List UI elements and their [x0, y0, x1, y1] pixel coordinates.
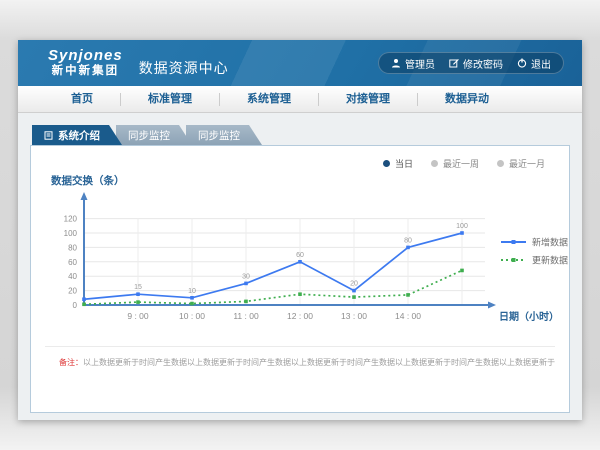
edit-icon: [449, 58, 459, 68]
logout-label: 退出: [531, 56, 551, 71]
legend-label-0: 新增数据: [532, 237, 568, 248]
y-axis-arrow: [81, 192, 88, 200]
logout-button[interactable]: 退出: [517, 56, 551, 71]
y-axis-title: 数据交换（条）: [50, 174, 125, 187]
change-password-button[interactable]: 修改密码: [449, 56, 503, 71]
y-tick-label: 20: [68, 287, 77, 296]
nav-item-data-change[interactable]: 数据异动: [417, 93, 516, 106]
user-icon: [391, 58, 401, 68]
brand-logo-en: Synjones: [48, 48, 123, 65]
legend-marker-1: [512, 258, 516, 262]
y-tick-label: 100: [64, 229, 78, 238]
nav-item-standard-mgmt[interactable]: 标准管理: [120, 93, 219, 106]
y-tick-label: 60: [68, 258, 77, 267]
data-point: [244, 300, 248, 304]
nav-item-system-mgmt[interactable]: 系统管理: [219, 93, 318, 106]
legend-marker-0: [512, 240, 516, 244]
x-tick-label: 11 : 00: [233, 311, 259, 321]
filter-today-label: 当日: [395, 157, 413, 170]
x-tick-label: 14 : 00: [395, 311, 421, 321]
user-menu-admin-label: 管理员: [405, 56, 435, 71]
brand-logo: Synjones 新中新集团: [48, 48, 123, 77]
data-point: [352, 289, 356, 293]
change-password-label: 修改密码: [463, 56, 503, 71]
brand-logo-cn: 新中新集团: [48, 65, 123, 78]
data-point: [460, 269, 464, 273]
filter-today[interactable]: 当日: [383, 156, 413, 170]
main-nav: 首页 标准管理 系统管理 对接管理 数据异动: [18, 86, 582, 113]
power-icon: [517, 58, 527, 68]
chart-container: 0 20 40 60 80 100 120 9 : 00 10 : 00 11 : 00 12 : …: [31, 170, 569, 338]
data-point: [352, 295, 356, 299]
document-icon: [44, 131, 53, 140]
data-point: [460, 231, 464, 235]
time-range-filters: 当日 最近一周 最近一月: [31, 146, 569, 170]
tab-sync-monitor-1[interactable]: 同步监控: [116, 125, 192, 145]
data-point-label: 80: [404, 237, 412, 244]
data-point: [406, 246, 410, 250]
x-tick-label: 10 : 00: [179, 311, 205, 321]
footnote: 备注：以上数据更新于时间产生数据以上数据更新于时间产生数据以上数据更新于时间产生…: [45, 346, 555, 368]
page-title: 数据资源中心: [139, 58, 229, 78]
x-tick-label: 9 : 00: [127, 311, 149, 321]
data-point-label: 100: [456, 223, 468, 230]
tab-bar: 系统介绍 同步监控 同步监控: [32, 125, 570, 145]
data-point: [82, 297, 86, 301]
data-point: [298, 260, 302, 264]
data-point-label: 60: [296, 252, 304, 259]
nav-item-home[interactable]: 首页: [44, 93, 120, 106]
filter-last-month-label: 最近一月: [509, 157, 545, 170]
radio-icon: [431, 160, 438, 167]
data-point: [190, 296, 194, 300]
content-area: 系统介绍 同步监控 同步监控 当日 最近一周: [18, 113, 582, 419]
tab-system-intro-label: 系统介绍: [58, 128, 100, 143]
data-point: [82, 302, 86, 306]
radio-icon: [497, 160, 504, 167]
tab-sync-monitor-2[interactable]: 同步监控: [186, 125, 262, 145]
x-tick-label: 12 : 00: [287, 311, 313, 321]
y-tick-label: 0: [73, 301, 78, 310]
app-window: Synjones 新中新集团 数据资源中心 管理员 修改密码: [18, 40, 582, 420]
user-menu: 管理员 修改密码 退出: [378, 52, 564, 74]
filter-last-week[interactable]: 最近一周: [431, 156, 479, 170]
y-tick-label: 40: [68, 272, 77, 281]
data-point-label: 10: [188, 288, 196, 295]
footnote-text: 以上数据更新于时间产生数据以上数据更新于时间产生数据以上数据更新于时间产生数据以…: [83, 358, 555, 367]
app-header: Synjones 新中新集团 数据资源中心 管理员 修改密码: [18, 40, 582, 86]
nav-item-interface-mgmt[interactable]: 对接管理: [318, 93, 417, 106]
data-point-label: 20: [350, 281, 358, 288]
y-tick-label: 120: [64, 215, 78, 224]
data-point: [136, 292, 140, 296]
legend-label-1: 更新数据: [532, 255, 568, 266]
data-point: [406, 293, 410, 297]
user-menu-admin[interactable]: 管理员: [391, 56, 435, 71]
filter-last-week-label: 最近一周: [443, 157, 479, 170]
data-point-label: 15: [134, 284, 142, 291]
x-tick-label: 13 : 00: [341, 311, 367, 321]
tab-sync-monitor-2-label: 同步监控: [198, 128, 240, 143]
data-point-label: 30: [242, 273, 250, 280]
x-axis-title: 日期（小时）: [499, 310, 559, 323]
radio-icon: [383, 160, 390, 167]
y-tick-label: 80: [68, 243, 77, 252]
x-axis-arrow: [488, 302, 496, 309]
data-point: [136, 300, 140, 304]
tab-sync-monitor-1-label: 同步监控: [128, 128, 170, 143]
footnote-label: 备注：: [59, 358, 83, 367]
filter-last-month[interactable]: 最近一月: [497, 156, 545, 170]
tab-system-intro[interactable]: 系统介绍: [32, 125, 122, 145]
data-point: [190, 302, 194, 306]
data-point: [244, 282, 248, 286]
chart-panel: 当日 最近一周 最近一月 0 20 40 60 80 100 120 9 : 00 10 : 0…: [30, 145, 570, 413]
line-chart: 0 20 40 60 80 100 120 9 : 00 10 : 00 11 : 00 12 : …: [39, 170, 579, 338]
data-point: [298, 292, 302, 296]
